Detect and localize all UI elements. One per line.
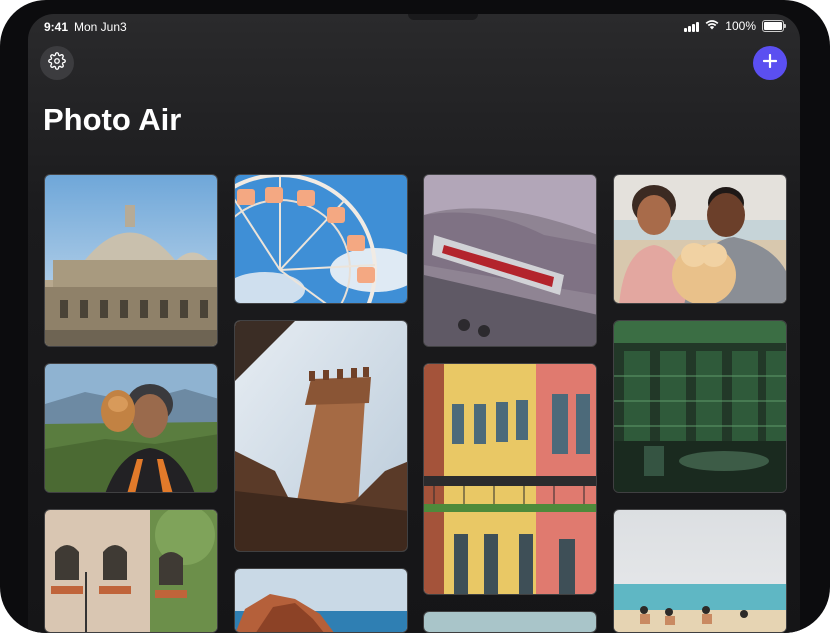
photo-tile[interactable] — [423, 363, 597, 595]
rocky-coast-photo — [235, 569, 407, 632]
photo-tile[interactable] — [613, 320, 787, 493]
battery-fill — [764, 22, 782, 30]
photo-tile[interactable] — [234, 174, 408, 304]
status-indicators: 100% — [684, 19, 786, 33]
woman-with-dog-photo — [45, 364, 217, 492]
device-frame: 9:41 Mon Jun3 100% Photo Air — [0, 0, 830, 633]
photo-tile[interactable] — [44, 509, 218, 633]
plus-icon — [762, 53, 778, 73]
gear-icon — [48, 51, 66, 75]
battery-icon — [762, 20, 786, 32]
domed-building-photo — [45, 175, 217, 346]
photo-tile[interactable] — [613, 509, 787, 633]
pale-teal-photo — [424, 612, 596, 632]
ferris-wheel-photo — [235, 175, 407, 303]
app-screen: 9:41 Mon Jun3 100% Photo Air — [28, 14, 800, 633]
photo-tile[interactable] — [234, 320, 408, 552]
couple-with-dog-photo — [614, 175, 786, 303]
status-time: 9:41 — [44, 20, 69, 34]
add-photo-button[interactable] — [753, 46, 787, 80]
photo-tile[interactable] — [423, 174, 597, 347]
photo-tile[interactable] — [44, 174, 218, 347]
photo-tile[interactable] — [423, 611, 597, 633]
photo-tile[interactable] — [613, 174, 787, 304]
page-title: Photo Air — [43, 102, 182, 137]
settings-button[interactable] — [40, 46, 74, 80]
status-bar: 9:41 Mon Jun3 100% — [28, 14, 800, 40]
colorful-buildings-photo — [424, 364, 596, 594]
photo-tile[interactable] — [44, 363, 218, 493]
photo-tile[interactable] — [234, 568, 408, 633]
wifi-icon — [705, 19, 719, 33]
building-facade-photo — [45, 510, 217, 632]
green-interior-photo — [614, 321, 786, 492]
battery-percent: 100% — [725, 19, 756, 33]
brick-tower-photo — [235, 321, 407, 551]
status-date: Mon Jun3 — [74, 20, 127, 34]
vintage-car-photo — [424, 175, 596, 346]
beach-photo — [614, 510, 786, 632]
cellular-signal-icon — [684, 21, 700, 32]
